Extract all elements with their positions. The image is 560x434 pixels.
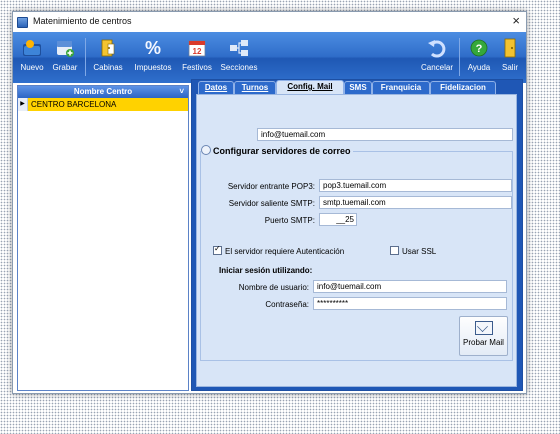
center-name-cell: CENTRO BARCELONA [28, 98, 188, 111]
main-window: Matenimiento de centros × Nuevo Grabar C… [12, 11, 527, 394]
test-mail-button[interactable]: Probar Mail [459, 316, 508, 356]
cabins-button[interactable]: Cabinas [90, 36, 126, 80]
sections-button[interactable]: Secciones [219, 36, 259, 80]
row-pointer-icon: ▶ [18, 98, 28, 111]
checkbox-icon [390, 246, 399, 255]
center-row[interactable]: ▶ CENTRO BARCELONA [18, 98, 188, 111]
holidays-button[interactable]: 12 Festivos [179, 36, 215, 80]
undo-icon [426, 38, 448, 58]
checkbox-checked-icon [213, 244, 222, 255]
exit-door-icon [499, 38, 521, 58]
help-button[interactable]: ? Ayuda [464, 36, 494, 80]
title-bar: Matenimiento de centros × [13, 12, 526, 32]
taxes-button[interactable]: % Impuestos [131, 36, 175, 80]
save-button[interactable]: Grabar [50, 36, 80, 80]
window-title: Matenimiento de centros [33, 16, 132, 26]
toolbar-separator [459, 38, 460, 76]
tab-container: Datos Turnos Config. Mail SMS Franquicia… [191, 79, 523, 391]
pop3-label: Servidor entrante POP3: [227, 182, 315, 191]
toolbar: Nuevo Grabar Cabinas % Impuestos 12 Fest… [13, 32, 526, 83]
cancel-button[interactable]: Cancelar [419, 36, 455, 80]
config-mail-page: Mail: info@tuemail.com Configurar servid… [196, 94, 517, 387]
cabins-icon [97, 38, 119, 58]
centers-column-header[interactable]: Nombre Centro ˅ [18, 86, 188, 98]
collapse-icon[interactable] [201, 145, 211, 155]
mail-field[interactable]: info@tuemail.com [257, 128, 513, 141]
new-folder-icon [21, 38, 43, 58]
username-label: Nombre de usuario: [238, 283, 309, 292]
password-field[interactable]: ********** [313, 297, 507, 310]
tab-fidelizacion[interactable]: Fidelizacion [430, 81, 496, 94]
exit-button[interactable]: Salir [497, 36, 523, 80]
pop3-server-field[interactable]: pop3.tuemail.com [319, 179, 512, 192]
smtp-port-field[interactable]: __25 [319, 213, 357, 226]
percent-icon: % [144, 38, 161, 58]
tab-datos[interactable]: Datos [198, 81, 234, 94]
group-title: Configurar servidores de correo [201, 145, 353, 156]
login-heading: Iniciar sesión utilizando: [219, 266, 313, 275]
smtp-server-field[interactable]: smtp.tuemail.com [319, 196, 512, 209]
smtp-label: Servidor saliente SMTP: [228, 199, 315, 208]
ssl-checkbox[interactable]: Usar SSL [390, 246, 436, 256]
password-label: Contraseña: [265, 300, 309, 309]
smtp-port-label: Puerto SMTP: [264, 216, 315, 225]
svg-text:12: 12 [193, 47, 202, 56]
envelope-icon [474, 321, 493, 335]
tab-turnos[interactable]: Turnos [234, 81, 276, 94]
centers-grid: Nombre Centro ˅ ▶ CENTRO BARCELONA [17, 85, 189, 391]
tab-config-mail[interactable]: Config. Mail [276, 80, 344, 95]
help-icon: ? [468, 38, 490, 58]
tab-sms[interactable]: SMS [344, 81, 372, 94]
toolbar-separator [85, 38, 86, 76]
svg-text:?: ? [476, 43, 483, 55]
auth-checkbox[interactable]: El servidor requiere Autenticación [213, 244, 344, 256]
new-button[interactable]: Nuevo [17, 36, 47, 80]
app-icon [17, 17, 28, 28]
sections-tree-icon [228, 38, 250, 58]
close-icon[interactable]: × [512, 13, 520, 28]
tab-franquicia[interactable]: Franquicia [372, 81, 430, 94]
username-field[interactable]: info@tuemail.com [313, 280, 507, 293]
calendar-icon: 12 [186, 38, 208, 58]
chevron-down-icon: ˅ [179, 87, 184, 96]
save-add-icon [54, 38, 76, 58]
